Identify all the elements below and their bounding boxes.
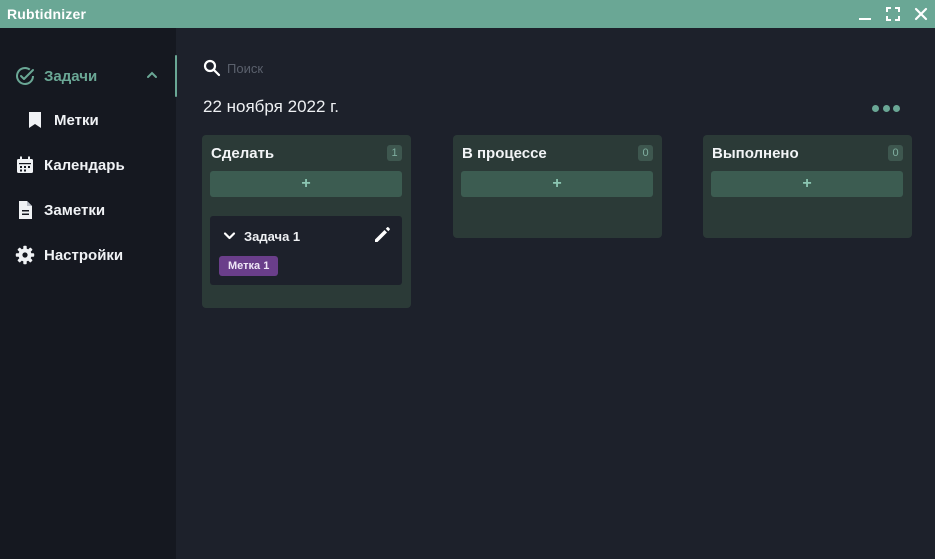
sidebar-item-notes[interactable]: Заметки: [0, 192, 174, 228]
add-task-button[interactable]: +: [210, 171, 402, 197]
column-count-badge: 0: [888, 145, 903, 161]
sidebar-item-label: Календарь: [44, 156, 125, 174]
page-title: 22 ноября 2022 г.: [203, 97, 339, 116]
column-title: В процессе: [462, 145, 547, 162]
app-title: Rubtidnizer: [7, 6, 87, 22]
sidebar-item-label: Задачи: [44, 67, 98, 85]
chevron-down-icon[interactable]: [223, 229, 236, 247]
close-button[interactable]: [907, 0, 935, 28]
sidebar-item-settings[interactable]: Настройки: [0, 237, 174, 273]
maximize-icon: [886, 7, 900, 21]
sidebar-item-calendar[interactable]: Календарь: [0, 147, 174, 183]
search-input[interactable]: [227, 60, 397, 76]
title-bar: Rubtidnizer: [0, 0, 935, 28]
more-dots-icon: [872, 104, 879, 112]
search-icon: [203, 59, 221, 77]
column-count-badge: 0: [638, 145, 653, 161]
sidebar-item-tasks[interactable]: Задачи: [0, 58, 174, 94]
gear-icon: [14, 244, 36, 266]
document-icon: [14, 199, 36, 221]
column-title: Сделать: [211, 145, 275, 162]
maximize-button[interactable]: [879, 0, 907, 28]
minimize-button[interactable]: [851, 0, 879, 28]
sidebar-item-tags[interactable]: Метки: [0, 102, 174, 138]
calendar-icon: [14, 154, 36, 176]
minimize-icon: [859, 18, 871, 20]
bookmark-icon: [24, 109, 46, 131]
check-circle-icon: [14, 65, 36, 87]
chevron-up-icon[interactable]: [146, 68, 158, 86]
search-bar: [203, 57, 403, 79]
task-title: Задача 1: [244, 229, 301, 244]
add-task-button[interactable]: +: [461, 171, 653, 197]
sidebar-item-label: Заметки: [44, 201, 106, 219]
sidebar-active-indicator: [175, 55, 177, 97]
close-icon: [914, 7, 928, 21]
task-tag-badge[interactable]: Метка 1: [219, 256, 279, 276]
edit-pencil-icon[interactable]: [372, 225, 392, 250]
task-card[interactable]: Задача 1 Метка 1: [210, 216, 402, 285]
column-todo: Сделать 1 + Задача 1 Метка 1: [202, 135, 411, 308]
column-count-badge: 1: [387, 145, 402, 161]
window-controls: [851, 0, 935, 28]
column-title: Выполнено: [712, 145, 799, 162]
sidebar: Задачи Метки Календарь Заметки Настройки: [0, 28, 176, 559]
more-options-button[interactable]: [872, 101, 900, 115]
sidebar-item-label: Метки: [54, 111, 99, 129]
column-done: Выполнено 0 +: [703, 135, 912, 238]
sidebar-item-label: Настройки: [44, 246, 124, 264]
add-task-button[interactable]: +: [711, 171, 903, 197]
column-in-progress: В процессе 0 +: [453, 135, 662, 238]
